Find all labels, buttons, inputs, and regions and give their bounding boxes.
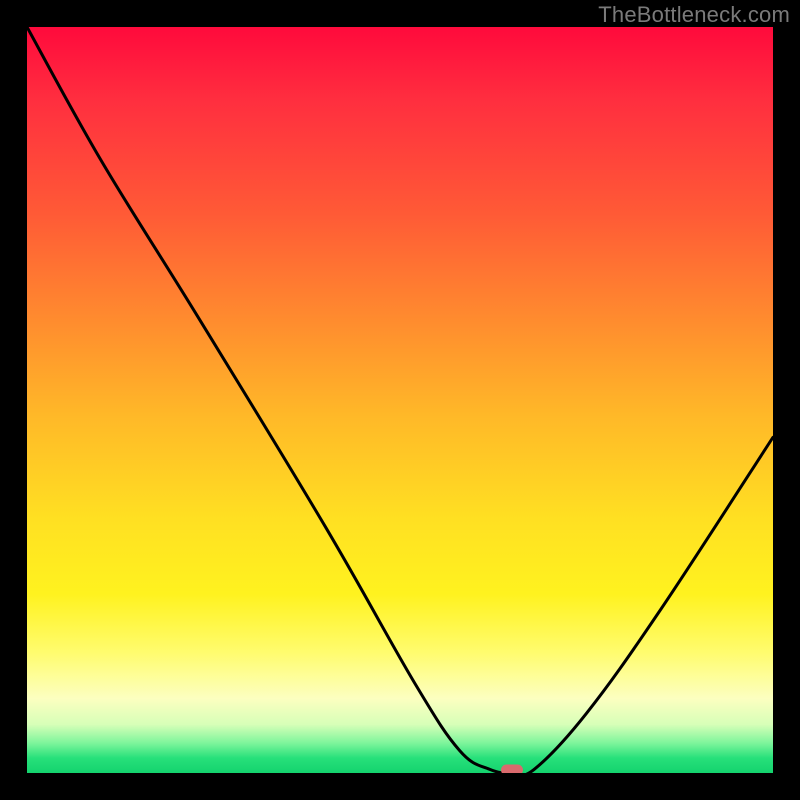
curve-path	[27, 27, 773, 773]
bottleneck-curve	[27, 27, 773, 773]
watermark-text: TheBottleneck.com	[598, 2, 790, 28]
optimum-marker	[501, 765, 523, 774]
plot-area	[27, 27, 773, 773]
chart-frame: TheBottleneck.com	[0, 0, 800, 800]
